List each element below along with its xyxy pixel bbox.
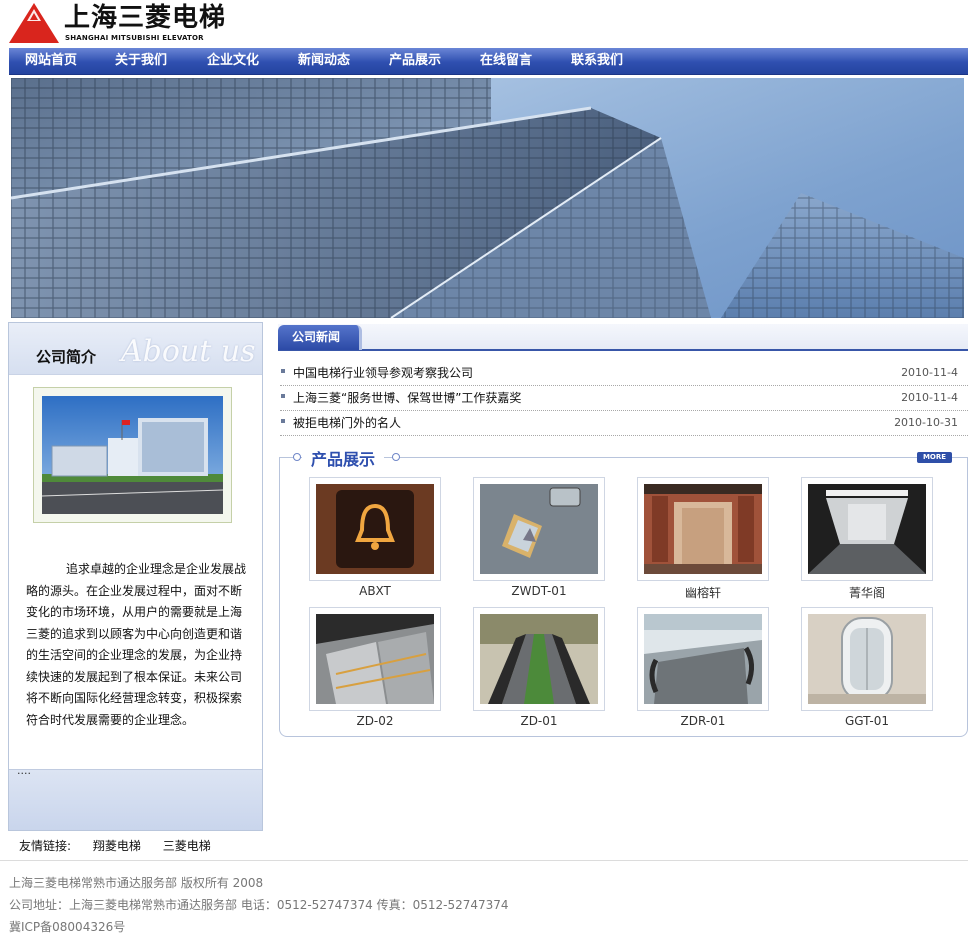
friendly-link[interactable]: 翔菱电梯 <box>93 839 141 853</box>
news-title[interactable]: 上海三菱“服务世博、保驾世博”工作获嘉奖 <box>293 389 521 406</box>
nav-item-about[interactable]: 关于我们 <box>115 48 167 75</box>
product-label[interactable]: GGT-01 <box>801 714 933 728</box>
tab-company-news[interactable]: 公司新闻 <box>278 325 362 350</box>
logo-text-en: SHANGHAI MITSUBISHI ELEVATOR <box>65 34 204 42</box>
about-title: 公司简介 <box>36 348 97 366</box>
about-text: 追求卓越的企业理念是企业发展战略的源头。在企业发展过程中，面对不断变化的市场环境… <box>26 562 247 727</box>
product-label[interactable]: 幽榕轩 <box>637 584 769 601</box>
product-label[interactable]: 菁华阁 <box>801 584 933 601</box>
product-thumb[interactable] <box>801 607 933 711</box>
news-date: 2010-11-4 <box>901 391 958 404</box>
company-photo-frame <box>33 387 232 523</box>
product-thumb[interactable] <box>473 477 605 581</box>
news-list: 中国电梯行业领导参观考察我公司 2010-11-4 上海三菱“服务世博、保驾世博… <box>280 361 968 436</box>
product-label[interactable]: ZDR-01 <box>637 714 769 728</box>
product-image-cabin-2 <box>808 484 926 574</box>
nav-item-contact[interactable]: 联系我们 <box>571 48 623 75</box>
nav-item-message[interactable]: 在线留言 <box>480 48 532 75</box>
hero-banner <box>11 78 964 318</box>
friendly-links: 友情链接: 翔菱电梯 三菱电梯 <box>19 837 229 854</box>
product-item[interactable]: ZD-01 <box>473 607 605 728</box>
about-more-link[interactable]: .... <box>17 764 31 777</box>
nav-item-products[interactable]: 产品展示 <box>389 48 441 75</box>
footer-copyright: 上海三菱电梯常熟市通达服务部 版权所有 2008 <box>9 876 264 890</box>
news-item[interactable]: 被拒电梯门外的名人 2010-10-31 <box>280 411 968 436</box>
bullet-icon <box>281 394 285 398</box>
logo-text-cn[interactable]: 上海三菱电梯 <box>64 3 226 33</box>
product-label[interactable]: ZWDT-01 <box>473 584 605 598</box>
news-date: 2010-10-31 <box>894 416 958 429</box>
nav-item-home[interactable]: 网站首页 <box>25 48 77 75</box>
site-footer: 上海三菱电梯常熟市通达服务部 版权所有 2008 公司地址：上海三菱电梯常熟市通… <box>0 860 968 940</box>
product-image-zwdt <box>480 484 598 574</box>
product-thumb[interactable] <box>309 477 441 581</box>
nav-item-culture[interactable]: 企业文化 <box>207 48 259 75</box>
product-image-escalator-1 <box>316 614 434 704</box>
news-item[interactable]: 中国电梯行业领导参观考察我公司 2010-11-4 <box>280 361 968 386</box>
product-item[interactable]: 幽榕轩 <box>637 477 769 600</box>
news-header: 公司新闻 <box>278 324 968 351</box>
product-label[interactable]: ABXT <box>309 584 441 598</box>
product-item[interactable]: 菁华阁 <box>801 477 933 600</box>
product-image-cabin-1 <box>644 484 762 574</box>
nav-item-news[interactable]: 新闻动态 <box>298 48 350 75</box>
mitsubishi-logo-icon[interactable] <box>9 3 59 43</box>
site-header: 上海三菱电梯 SHANGHAI MITSUBISHI ELEVATOR <box>0 0 980 48</box>
about-footer: .... <box>9 764 262 830</box>
news-title[interactable]: 中国电梯行业领导参观考察我公司 <box>293 364 473 381</box>
product-thumb[interactable] <box>637 477 769 581</box>
product-item[interactable]: ZD-02 <box>309 607 441 728</box>
product-item[interactable]: ZDR-01 <box>637 607 769 728</box>
footer-icp[interactable]: 冀ICP备08004326号 <box>9 918 125 935</box>
product-thumb[interactable] <box>309 607 441 711</box>
product-thumb[interactable] <box>473 607 605 711</box>
product-item[interactable]: GGT-01 <box>801 607 933 728</box>
main-nav: 网站首页 关于我们 企业文化 新闻动态 产品展示 在线留言 联系我们 <box>9 48 968 75</box>
bullet-icon <box>281 369 285 373</box>
product-label[interactable]: ZD-01 <box>473 714 605 728</box>
product-label[interactable]: ZD-02 <box>309 714 441 728</box>
company-building-photo[interactable] <box>41 396 224 514</box>
products-title: 产品展示 <box>302 446 385 470</box>
product-item[interactable]: ZWDT-01 <box>473 477 605 598</box>
product-image-glass-elevator <box>808 614 926 704</box>
news-title[interactable]: 被拒电梯门外的名人 <box>293 414 401 431</box>
friendly-link[interactable]: 三菱电梯 <box>163 839 211 853</box>
footer-contact: 公司地址：上海三菱电梯常熟市通达服务部 电话：0512-52747374 传真：… <box>9 898 509 912</box>
about-header: 公司简介 About us <box>9 323 262 375</box>
news-item[interactable]: 上海三菱“服务世博、保驾世博”工作获嘉奖 2010-11-4 <box>280 386 968 411</box>
skyscraper-banner-image <box>11 78 964 318</box>
product-item[interactable]: ABXT <box>309 477 441 598</box>
about-deco-text: About us <box>121 334 256 369</box>
product-image-escalator-2 <box>480 614 598 704</box>
news-date: 2010-11-4 <box>901 366 958 379</box>
product-thumb[interactable] <box>637 607 769 711</box>
about-panel: 公司简介 About us 追求卓越的企业理念是企业发展战略的源头。在企业发展过… <box>8 322 263 831</box>
product-image-abxt <box>316 484 434 574</box>
circle-deco-icon <box>293 453 301 461</box>
circle-deco-icon <box>392 453 400 461</box>
product-image-walkway <box>644 614 762 704</box>
products-more-button[interactable]: MORE <box>917 452 952 463</box>
product-thumb[interactable] <box>801 477 933 581</box>
bullet-icon <box>281 419 285 423</box>
friendly-links-label: 友情链接: <box>19 839 72 853</box>
